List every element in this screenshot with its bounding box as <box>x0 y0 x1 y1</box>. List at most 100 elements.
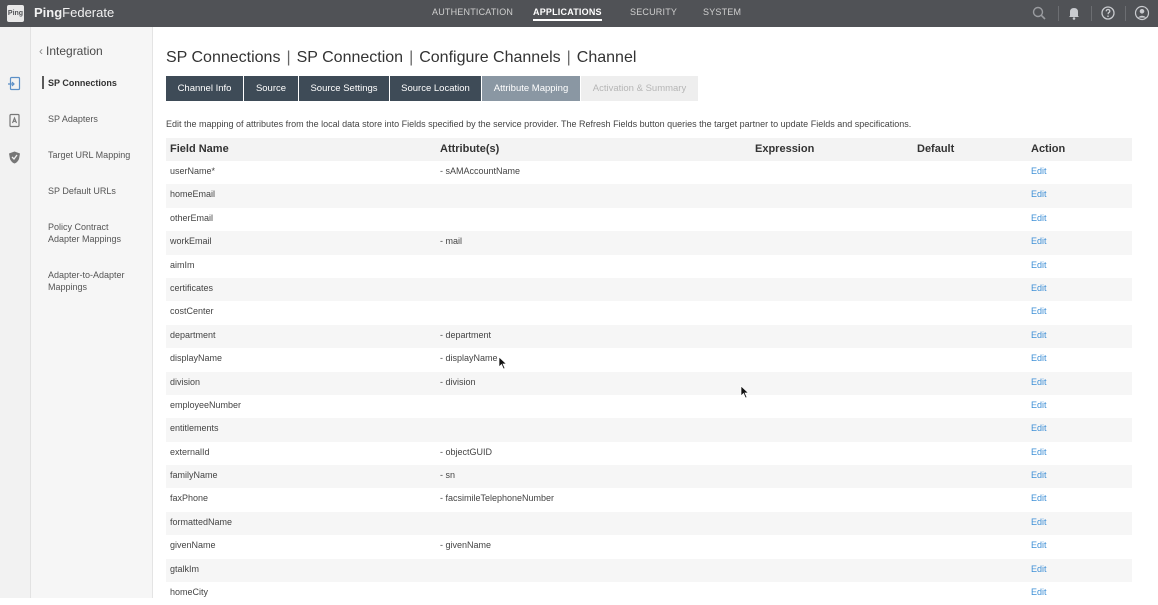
table-row: otherEmail Edit <box>166 208 1132 231</box>
edit-link[interactable]: Edit <box>1031 260 1047 270</box>
top-divider <box>1091 6 1092 21</box>
table-row: homeEmail Edit <box>166 184 1132 208</box>
table-row: aimIm Edit <box>166 255 1132 278</box>
header-expression: Expression <box>755 143 815 155</box>
icon-rail <box>0 27 31 598</box>
breadcrumb-item: Channel <box>576 49 637 66</box>
sidebar-item-adapter-to-adapter-mappings[interactable]: Adapter-to-Adapter Mappings <box>48 269 136 293</box>
field-name-cell: division <box>170 376 201 387</box>
edit-link[interactable]: Edit <box>1031 189 1047 199</box>
field-name-cell: faxPhone <box>170 493 209 504</box>
ping-logo: Ping <box>7 5 24 22</box>
table-row: division - division Edit <box>166 371 1132 395</box>
help-icon[interactable] <box>1100 5 1116 21</box>
field-name-cell: workEmail <box>170 236 212 247</box>
breadcrumb: SP Connections | SP Connection | Configure C… <box>166 49 636 67</box>
table-row: workEmail - mail Edit <box>166 231 1132 255</box>
user-icon[interactable] <box>1134 5 1150 21</box>
edit-link[interactable]: Edit <box>1031 493 1047 503</box>
shield-icon[interactable] <box>7 150 22 165</box>
sidebar-item-sp-default-urls[interactable]: SP Default URLs <box>48 185 148 197</box>
sp-connection-icon[interactable] <box>7 76 22 91</box>
header-default: Default <box>917 143 955 155</box>
nav-system[interactable]: SYSTEM <box>703 7 741 17</box>
edit-link[interactable]: Edit <box>1031 447 1047 457</box>
edit-link[interactable]: Edit <box>1031 306 1047 316</box>
sidebar-item-sp-connections[interactable]: SP Connections <box>48 77 148 89</box>
active-indicator <box>42 76 44 89</box>
breadcrumb-item: SP Connection <box>296 49 404 66</box>
attribute-cell: - sAMAccountName <box>440 166 521 176</box>
edit-link[interactable]: Edit <box>1031 377 1047 387</box>
table-row: givenName - givenName Edit <box>166 535 1132 558</box>
attribute-cell: - mail <box>440 236 462 247</box>
field-name-cell: department <box>170 329 216 340</box>
edit-link[interactable]: Edit <box>1031 213 1047 223</box>
adapter-icon[interactable] <box>7 113 22 128</box>
header-action: Action <box>1031 143 1066 155</box>
sidebar: ‹ Integration SP Connections SP Adapters … <box>31 27 153 598</box>
breadcrumb-item: Configure Channels <box>419 49 561 66</box>
nav-authentication[interactable]: AUTHENTICATION <box>432 7 513 17</box>
table-row: costCenter Edit <box>166 301 1132 324</box>
table-row: homeCity Edit <box>166 582 1132 605</box>
edit-link[interactable]: Edit <box>1031 470 1047 480</box>
tab-source[interactable]: Source <box>244 76 298 101</box>
edit-link[interactable]: Edit <box>1031 353 1047 363</box>
field-name-cell: certificates <box>170 282 214 293</box>
edit-link[interactable]: Edit <box>1031 587 1047 597</box>
attribute-cell: - division <box>440 376 476 387</box>
sidebar-item-sp-adapters[interactable]: SP Adapters <box>48 113 148 125</box>
tab-source-settings[interactable]: Source Settings <box>299 76 389 101</box>
tab-source-location[interactable]: Source Location <box>390 76 481 101</box>
edit-link[interactable]: Edit <box>1031 517 1047 527</box>
sidebar-item-target-url-mapping[interactable]: Target URL Mapping <box>48 149 148 161</box>
table-row: familyName - sn Edit <box>166 465 1132 489</box>
breadcrumb-separator: | <box>566 49 571 66</box>
table-header: Field Name Attribute(s) Expression Defau… <box>166 138 1132 161</box>
edit-link[interactable]: Edit <box>1031 423 1047 433</box>
search-icon[interactable] <box>1031 5 1047 21</box>
bell-icon[interactable] <box>1066 5 1082 21</box>
sidebar-item-policy-contract-adapter-mappings[interactable]: Policy Contract Adapter Mappings <box>48 221 136 245</box>
nav-applications[interactable]: APPLICATIONS <box>533 7 602 21</box>
attribute-cell: - displayName <box>440 353 498 364</box>
field-name-cell: formattedName <box>170 516 233 527</box>
top-bar: Ping PingFederate AUTHENTICATION APPLICA… <box>0 0 1158 27</box>
tab-activation-summary: Activation & Summary <box>581 76 698 101</box>
table-row: employeeNumber Edit <box>166 395 1132 418</box>
attribute-cell: - sn <box>440 470 456 481</box>
brand-name-bold: Ping <box>34 5 63 20</box>
edit-link[interactable]: Edit <box>1031 564 1047 574</box>
attribute-mapping-table: Field Name Attribute(s) Expression Defau… <box>166 138 1132 605</box>
edit-link[interactable]: Edit <box>1031 540 1047 550</box>
field-name-cell: displayName <box>170 353 223 364</box>
page-description: Edit the mapping of attributes from the … <box>166 119 912 129</box>
chevron-left-icon: ‹ <box>39 44 43 58</box>
field-name-cell: givenName <box>170 540 216 551</box>
nav-security[interactable]: SECURITY <box>630 7 677 17</box>
table-row: faxPhone - facsimileTelephoneNumber Edit <box>166 488 1132 511</box>
brand-name: PingFederate <box>34 5 114 20</box>
top-divider <box>1058 6 1059 21</box>
tab-attribute-mapping[interactable]: Attribute Mapping <box>482 76 580 101</box>
tab-channel-info[interactable]: Channel Info <box>166 76 243 101</box>
edit-link[interactable]: Edit <box>1031 166 1047 176</box>
table-row: userName* - sAMAccountName Edit <box>166 161 1132 184</box>
table-row: externalId - objectGUID Edit <box>166 442 1132 465</box>
table-row: entitlements Edit <box>166 418 1132 442</box>
brand-name-rest: Federate <box>62 5 115 20</box>
table-body: userName* - sAMAccountName Edit homeEmail Ed… <box>166 161 1132 605</box>
field-name-cell: otherEmail <box>170 212 214 223</box>
field-name-cell: costCenter <box>170 306 214 317</box>
back-to-integration-link[interactable]: ‹ Integration <box>39 44 103 58</box>
edit-link[interactable]: Edit <box>1031 283 1047 293</box>
edit-link[interactable]: Edit <box>1031 236 1047 246</box>
field-name-cell: externalId <box>170 446 210 457</box>
table-row: displayName - displayName Edit <box>166 348 1132 371</box>
edit-link[interactable]: Edit <box>1031 330 1047 340</box>
attribute-cell: - department <box>440 329 492 340</box>
field-name-cell: gtalkIm <box>170 563 200 574</box>
field-name-cell: familyName <box>170 470 218 481</box>
edit-link[interactable]: Edit <box>1031 400 1047 410</box>
